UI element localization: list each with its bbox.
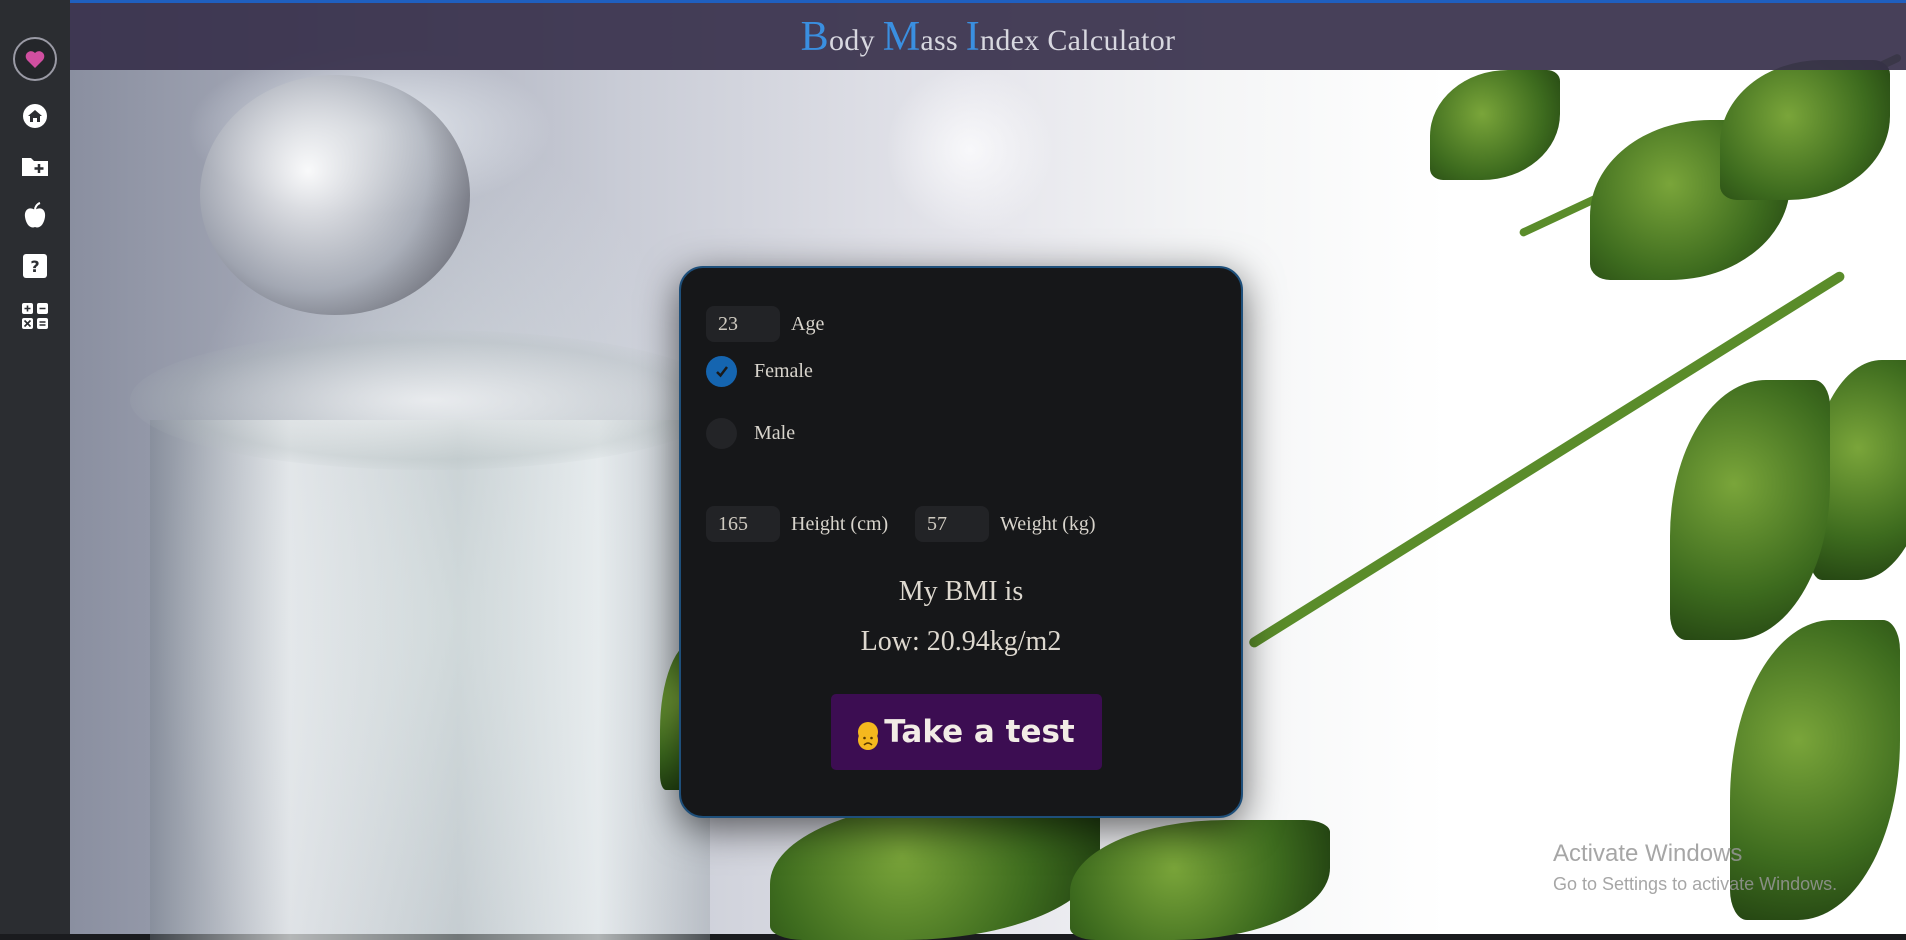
age-label: Age (791, 312, 825, 335)
take-test-button[interactable]: Take a test (831, 694, 1102, 770)
weight-input[interactable]: 57 (915, 506, 989, 542)
title-cap-1: B (800, 13, 829, 60)
svg-text:?: ? (30, 257, 39, 276)
title-rest-1: ody (829, 23, 883, 57)
page-title: Body Mass Index Calculator (801, 13, 1176, 61)
height-row: 165 Height (cm) (706, 506, 888, 542)
title-rest-3: ndex Calculator (980, 23, 1176, 57)
question-icon[interactable]: ? (20, 251, 50, 281)
gender-male-row[interactable]: Male (706, 418, 795, 449)
gender-female-row[interactable]: Female (706, 356, 813, 387)
bmi-card: 23 Age Female Male 165 Height (cm) 57 We… (679, 266, 1243, 818)
title-cap-2: M (882, 13, 921, 60)
sidebar: ? (0, 0, 70, 934)
title-rest-2: ass (920, 23, 966, 57)
age-row: 23 Age (706, 306, 824, 342)
bmi-heading: My BMI is (898, 576, 1024, 607)
calculator-icon[interactable] (20, 301, 50, 331)
bmi-value: Low: 20.94kg/m2 (860, 626, 1062, 657)
checkmark-icon (715, 365, 728, 377)
female-radio[interactable] (706, 356, 737, 387)
apple-icon[interactable] (20, 201, 50, 231)
heart-icon (25, 51, 45, 68)
weight-row: 57 Weight (kg) (915, 506, 1096, 542)
male-label: Male (754, 422, 796, 444)
age-input[interactable]: 23 (706, 306, 780, 342)
weight-label: Weight (kg) (1000, 512, 1096, 535)
app-header: Body Mass Index Calculator (70, 3, 1906, 70)
height-input[interactable]: 165 (706, 506, 780, 542)
watermark-title: Activate Windows (1553, 840, 1743, 867)
home-icon[interactable] (20, 101, 50, 131)
female-label: Female (754, 360, 813, 382)
activate-windows-watermark: Activate Windows Go to Settings to activ… (1553, 840, 1837, 895)
male-radio[interactable] (706, 418, 737, 449)
title-cap-3: I (965, 13, 981, 60)
watermark-subtitle: Go to Settings to activate Windows. (1553, 874, 1838, 894)
sad-face-emoji-icon (858, 722, 879, 750)
folder-add-icon[interactable] (20, 151, 50, 181)
take-test-label: Take a test (884, 714, 1075, 750)
height-label: Height (cm) (791, 512, 889, 535)
heart-logo[interactable] (13, 37, 57, 81)
